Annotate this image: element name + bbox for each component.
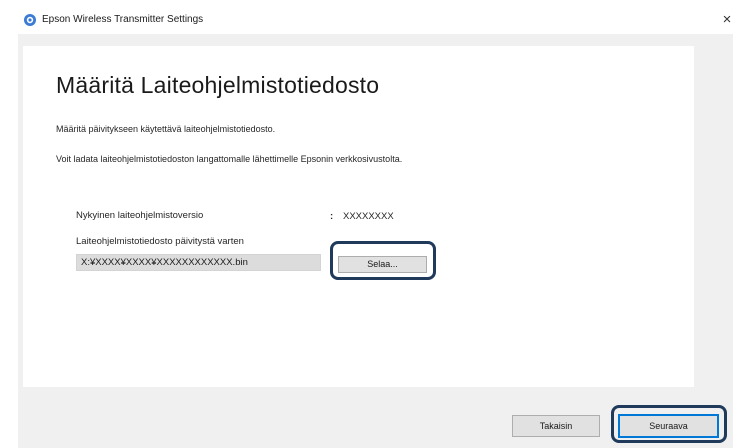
title-bar: Epson Wireless Transmitter Settings × (18, 8, 733, 34)
current-version-separator: : (330, 211, 334, 222)
current-version-value: XXXXXXXX (343, 211, 394, 222)
back-button[interactable]: Takaisin (512, 415, 600, 437)
firmware-file-path-field[interactable]: X:¥XXXX¥XXXX¥XXXXXXXXXXXX.bin (76, 254, 321, 271)
current-version-label: Nykyinen laiteohjelmistoversio (76, 210, 204, 221)
next-button[interactable]: Seuraava (618, 414, 719, 438)
firmware-file-label: Laiteohjelmistotiedosto päivitystä varte… (76, 236, 244, 247)
close-icon[interactable]: × (720, 11, 733, 29)
browse-button[interactable]: Selaa... (338, 256, 427, 273)
window-title: Epson Wireless Transmitter Settings (42, 14, 204, 25)
epson-app-icon (23, 13, 37, 27)
page-title: Määritä Laiteohjelmistotiedosto (56, 72, 380, 98)
description-line-1: Määritä päivitykseen käytettävä laiteohj… (56, 124, 276, 134)
description-line-2: Voit ladata laiteohjelmistotiedoston lan… (56, 154, 403, 164)
